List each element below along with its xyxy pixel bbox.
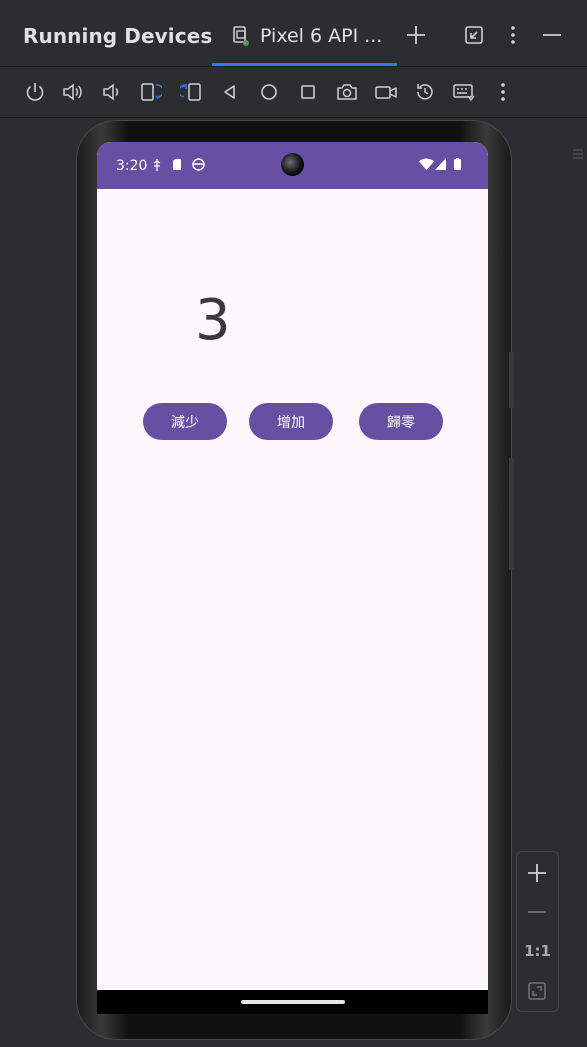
keyboard-button[interactable]	[453, 81, 475, 103]
restore-window-icon[interactable]	[463, 24, 485, 46]
reset-button[interactable]	[414, 81, 436, 103]
device-toolbar	[0, 67, 587, 118]
zoom-actual-size-button[interactable]: 1:1	[517, 942, 558, 960]
power-button[interactable]	[24, 81, 46, 103]
overview-button[interactable]	[297, 81, 319, 103]
window-title: Running Devices	[23, 24, 213, 48]
keyboard-icon	[453, 84, 475, 102]
screen-record-button[interactable]	[375, 81, 397, 103]
device-tab-icon	[233, 26, 249, 46]
toolbar-more-button[interactable]	[492, 81, 514, 103]
status-time: 3:20	[116, 158, 148, 174]
side-button-volume	[509, 458, 514, 570]
rotate-left-button[interactable]	[140, 81, 162, 103]
tool-window-header: Running Devices Pixel 6 API ...	[0, 0, 587, 67]
camera-icon	[337, 84, 357, 100]
usb-debug-icon	[153, 159, 161, 171]
scroll-marker-icon	[573, 149, 583, 159]
rotate-left-icon	[141, 83, 162, 101]
back-button[interactable]	[219, 81, 241, 103]
tab-active-indicator	[212, 63, 397, 66]
more-options-icon[interactable]	[502, 24, 524, 46]
device-screen[interactable]: 3:20 3 減少 增加 歸零	[97, 142, 488, 1014]
cellular-signal-icon	[435, 158, 446, 170]
tab-pixel-6[interactable]: Pixel 6 API ...	[212, 0, 397, 66]
volume-down-icon	[103, 83, 119, 101]
home-circle-icon	[261, 84, 277, 100]
rotate-right-button[interactable]	[180, 81, 202, 103]
power-icon	[26, 83, 44, 101]
tab-label: Pixel 6 API ...	[260, 25, 383, 47]
zoom-in-icon[interactable]	[526, 862, 548, 884]
android-notification-icon	[192, 158, 205, 171]
battery-icon	[454, 158, 461, 170]
volume-up-button[interactable]	[62, 81, 84, 103]
counter-value: 3	[195, 288, 231, 353]
volume-down-button[interactable]	[101, 81, 123, 103]
wifi-icon	[419, 158, 434, 170]
status-bar: 3:20	[97, 142, 488, 189]
front-camera	[281, 153, 304, 176]
minimize-icon[interactable]	[541, 24, 563, 46]
more-vertical-icon	[501, 83, 505, 101]
zoom-fit-icon[interactable]	[526, 980, 548, 1002]
home-gesture-handle[interactable]	[241, 1000, 345, 1004]
reset-history-icon	[417, 84, 433, 100]
back-triangle-icon	[224, 85, 235, 99]
increase-button[interactable]: 增加	[249, 403, 333, 440]
sd-card-icon	[173, 159, 181, 170]
screenshot-button[interactable]	[336, 81, 358, 103]
volume-up-icon	[63, 83, 82, 101]
zoom-out-icon[interactable]	[526, 901, 548, 923]
video-camera-icon	[375, 86, 397, 99]
rotate-right-icon	[180, 83, 201, 101]
gesture-navigation-bar	[97, 990, 488, 1014]
home-button[interactable]	[258, 81, 280, 103]
add-icon[interactable]	[405, 24, 427, 46]
overview-square-icon	[301, 85, 315, 99]
side-button-power	[509, 352, 514, 408]
decrease-button[interactable]: 減少	[143, 403, 227, 440]
zoom-controls: 1:1	[516, 851, 559, 1012]
reset-counter-button[interactable]: 歸零	[359, 403, 443, 440]
